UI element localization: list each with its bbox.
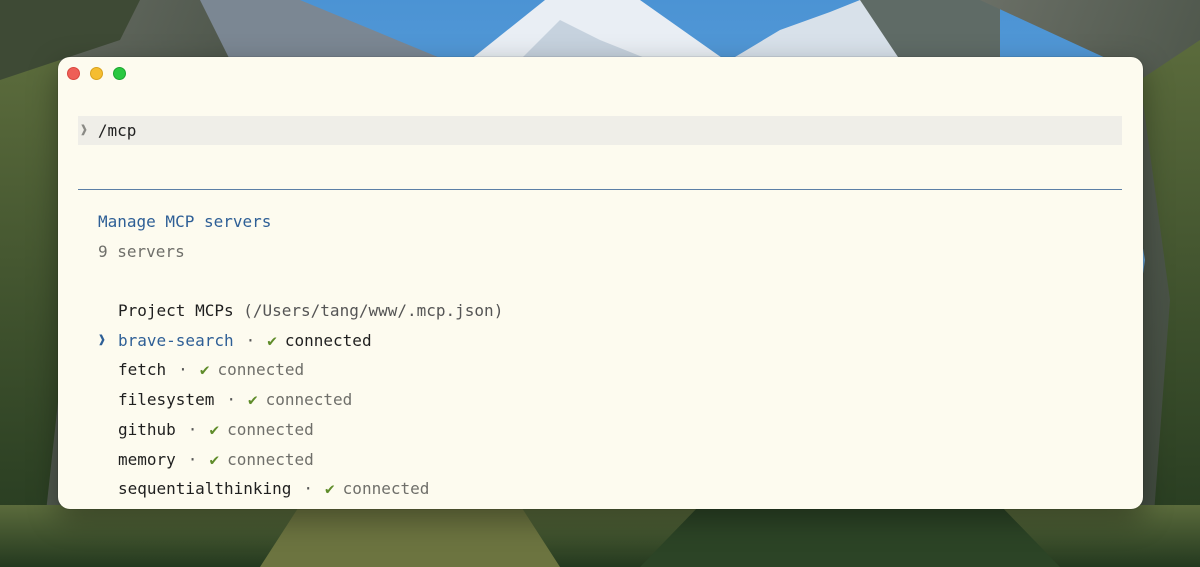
connection-status: connected bbox=[265, 390, 353, 410]
server-name: github bbox=[118, 419, 176, 439]
section-label: Project MCPs bbox=[118, 301, 234, 321]
check-icon: ✔ bbox=[199, 360, 210, 380]
config-path: (/Users/tang/www/.mcp.json) bbox=[243, 301, 504, 321]
separator-dot: · bbox=[245, 330, 256, 350]
prompt-chevron-icon: ❱ bbox=[80, 123, 88, 138]
server-row-fetch[interactable]: fetch · ✔ connected bbox=[98, 355, 1098, 385]
connection-status: connected bbox=[284, 330, 372, 350]
server-name: fetch bbox=[118, 360, 167, 380]
connection-status: connected bbox=[217, 360, 305, 380]
maximize-window-button[interactable] bbox=[113, 67, 126, 80]
server-name: memory bbox=[118, 449, 176, 469]
server-count: 9 servers bbox=[98, 241, 185, 261]
section-header: Project MCPs (/Users/tang/www/.mcp.json) bbox=[98, 296, 1098, 326]
connection-status: connected bbox=[227, 419, 314, 439]
server-row-github[interactable]: github · ✔ connected bbox=[98, 415, 1098, 445]
server-name: brave-search bbox=[118, 330, 234, 350]
check-icon: ✔ bbox=[209, 419, 220, 439]
server-name: filesystem bbox=[118, 390, 215, 410]
server-list: ❱ brave-search · ✔ connected fetch · ✔ connected… bbox=[98, 326, 1098, 504]
server-name: sequentialthinking bbox=[118, 479, 292, 499]
window-controls bbox=[67, 67, 126, 80]
check-icon: ✔ bbox=[209, 449, 220, 469]
separator-dot: · bbox=[187, 419, 198, 439]
server-row-sequentialthinking[interactable]: sequentialthinking · ✔ connected bbox=[98, 474, 1098, 504]
minimize-window-button[interactable] bbox=[90, 67, 103, 80]
separator-line bbox=[78, 189, 1122, 190]
connection-status: connected bbox=[342, 479, 430, 499]
selection-cursor-icon: ❱ bbox=[98, 332, 106, 348]
check-icon: ✔ bbox=[247, 390, 258, 410]
check-icon: ✔ bbox=[267, 330, 277, 350]
close-window-button[interactable] bbox=[67, 67, 80, 80]
server-row-memory[interactable]: memory · ✔ connected bbox=[98, 445, 1098, 475]
command-text: /mcp bbox=[97, 121, 137, 140]
separator-dot: · bbox=[187, 449, 198, 469]
terminal-window: ❱ /mcp Manage MCP servers 9 servers Proj… bbox=[58, 57, 1143, 509]
separator-dot: · bbox=[226, 390, 236, 410]
panel-title: Manage MCP servers bbox=[98, 212, 272, 231]
separator-dot: · bbox=[303, 479, 314, 499]
check-icon: ✔ bbox=[325, 479, 335, 499]
mcp-panel: Manage MCP servers 9 servers Project MCP… bbox=[98, 207, 1098, 504]
connection-status: connected bbox=[227, 449, 314, 469]
command-input-line[interactable]: ❱ /mcp bbox=[78, 116, 1122, 145]
separator-dot: · bbox=[178, 360, 188, 380]
server-row-brave-search[interactable]: ❱ brave-search · ✔ connected bbox=[98, 326, 1098, 356]
server-row-filesystem[interactable]: filesystem · ✔ connected bbox=[98, 385, 1098, 415]
